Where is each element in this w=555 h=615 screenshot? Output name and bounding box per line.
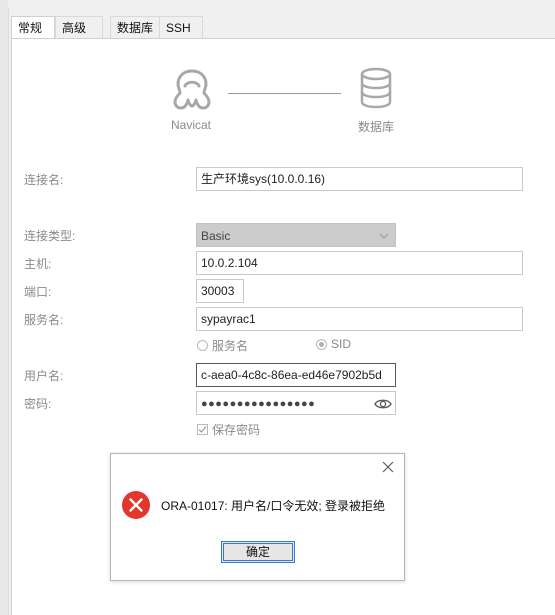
host-label: 主机:	[24, 257, 52, 271]
error-message: ORA-01017: 用户名/口令无效; 登录被拒绝	[161, 499, 386, 513]
service-name-radio[interactable]: 服务名	[197, 337, 248, 354]
connection-name-label: 连接名:	[24, 173, 64, 187]
tab-ssh[interactable]: SSH	[159, 16, 203, 38]
service-name-label: 服务名:	[24, 313, 64, 327]
close-icon[interactable]	[381, 460, 395, 474]
username-input[interactable]: c-aea0-4c8c-86ea-ed46e7902b5d	[196, 363, 396, 387]
window-left-edge	[0, 0, 9, 615]
window-top-edge	[8, 0, 555, 8]
password-label: 密码:	[24, 397, 52, 411]
tab-general[interactable]: 常规	[11, 16, 55, 39]
eye-icon[interactable]	[374, 396, 392, 410]
tab-advanced[interactable]: 高级	[55, 16, 103, 38]
error-dialog: ORA-01017: 用户名/口令无效; 登录被拒绝 确定	[110, 453, 405, 581]
checkbox-box	[197, 424, 208, 435]
database-icon	[359, 67, 393, 109]
tab-label: 数据库	[117, 21, 154, 35]
radio-circle	[197, 340, 208, 351]
navicat-caption: Navicat	[171, 118, 212, 132]
error-icon	[121, 490, 151, 520]
connection-name-input[interactable]: 生产环境sys(10.0.0.16)	[196, 167, 523, 191]
password-input[interactable]: ●●●●●●●●●●●●●●●●	[196, 391, 396, 415]
port-input[interactable]: 30003	[196, 279, 244, 303]
connection-type-value: Basic	[201, 229, 231, 243]
username-label: 用户名:	[24, 369, 64, 383]
host-input[interactable]: 10.0.2.104	[196, 251, 523, 275]
navicat-logo-icon	[169, 66, 215, 112]
port-label: 端口:	[24, 285, 52, 299]
tab-label: 高级	[62, 21, 87, 35]
connection-type-label: 连接类型:	[24, 229, 76, 243]
tab-label: 常规	[18, 21, 43, 35]
radio-circle	[316, 338, 327, 350]
connector-line	[228, 93, 341, 94]
tab-database[interactable]: 数据库	[110, 16, 166, 38]
database-caption: 数据库	[358, 120, 395, 134]
tab-label: SSH	[166, 21, 191, 35]
save-password-label: 保存密码	[212, 423, 261, 437]
service-name-input[interactable]: sypayrac1	[196, 307, 523, 331]
service-name-radio-label: 服务名	[212, 339, 249, 353]
connection-type-select[interactable]: Basic	[196, 223, 396, 247]
sid-radio-label: SID	[331, 337, 352, 351]
sid-radio[interactable]: SID	[316, 337, 351, 351]
ok-button[interactable]: 确定	[221, 541, 295, 563]
ok-button-label: 确定	[245, 545, 270, 559]
password-mask: ●●●●●●●●●●●●●●●●	[201, 398, 316, 410]
save-password-checkbox[interactable]: 保存密码	[197, 421, 260, 438]
